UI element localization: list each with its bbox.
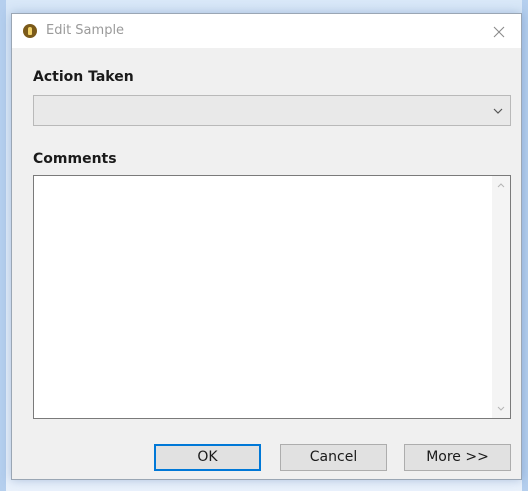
scroll-down-button[interactable] xyxy=(492,400,510,418)
close-button[interactable] xyxy=(477,14,521,48)
action-taken-dropdown[interactable] xyxy=(33,95,511,126)
more-button[interactable]: More >> xyxy=(404,444,511,471)
backdrop-left-edge xyxy=(0,0,6,491)
edit-sample-dialog: Edit Sample Action Taken Comments OK Can… xyxy=(11,13,522,480)
comments-label: Comments xyxy=(33,151,117,167)
title-bar[interactable]: Edit Sample xyxy=(12,14,521,48)
scroll-down-arrow-icon xyxy=(497,406,505,411)
comments-textarea[interactable] xyxy=(34,176,492,418)
comments-box xyxy=(33,175,511,419)
action-taken-label: Action Taken xyxy=(33,69,134,85)
ok-button[interactable]: OK xyxy=(154,444,261,471)
window-title: Edit Sample xyxy=(46,23,125,38)
comments-scrollbar[interactable] xyxy=(492,176,510,418)
close-icon xyxy=(493,26,505,37)
cancel-button[interactable]: Cancel xyxy=(280,444,387,471)
scroll-up-button[interactable] xyxy=(492,176,510,194)
app-icon xyxy=(23,24,37,38)
scroll-up-arrow-icon xyxy=(497,183,505,188)
chevron-down-icon xyxy=(493,108,503,114)
backdrop-right-edge xyxy=(522,0,528,491)
